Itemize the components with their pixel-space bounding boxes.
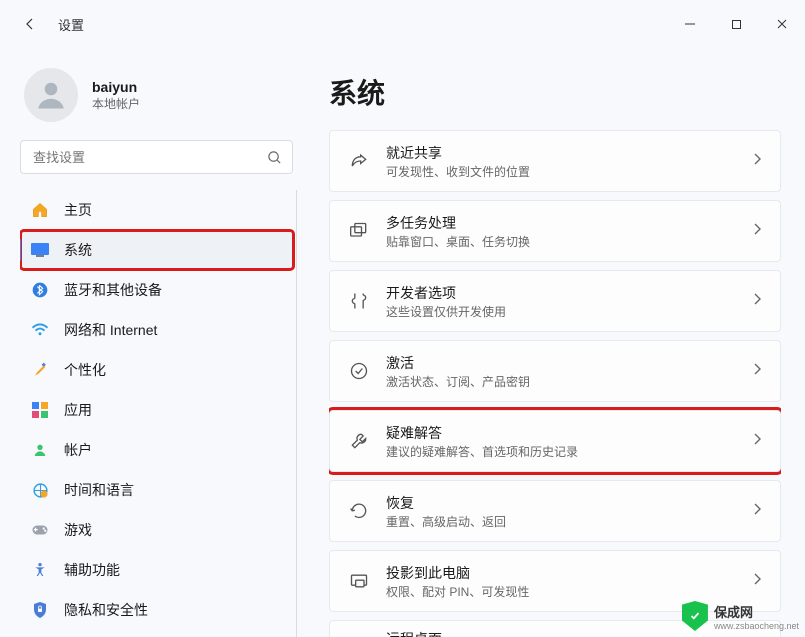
window-title: 设置 bbox=[58, 15, 84, 34]
content: 系统 就近共享 可发现性、收到文件的位置 多任务处理 贴靠窗口、桌面、任务切换 bbox=[305, 48, 805, 637]
arrow-left-icon bbox=[22, 16, 38, 32]
card-sub: 激活状态、订阅、产品密钥 bbox=[386, 373, 530, 390]
user-icon bbox=[30, 442, 50, 458]
brush-icon bbox=[30, 361, 50, 379]
search-input[interactable] bbox=[31, 149, 267, 166]
nav-label: 个性化 bbox=[64, 360, 106, 380]
card-developer-options[interactable]: 开发者选项 这些设置仅供开发使用 bbox=[329, 270, 781, 332]
card-title: 激活 bbox=[386, 353, 530, 373]
card-multitasking[interactable]: 多任务处理 贴靠窗口、桌面、任务切换 bbox=[329, 200, 781, 262]
settings-cards: 就近共享 可发现性、收到文件的位置 多任务处理 贴靠窗口、桌面、任务切换 开发者… bbox=[329, 130, 781, 637]
wrench-icon bbox=[348, 431, 370, 451]
nav-label: 隐私和安全性 bbox=[64, 600, 148, 620]
share-icon bbox=[348, 151, 370, 171]
minimize-button[interactable] bbox=[667, 4, 713, 44]
nav-label: 帐户 bbox=[64, 440, 92, 460]
card-title: 投影到此电脑 bbox=[386, 563, 529, 583]
card-title: 疑难解答 bbox=[386, 423, 578, 443]
close-button[interactable] bbox=[759, 4, 805, 44]
gamepad-icon bbox=[30, 523, 50, 537]
chevron-right-icon bbox=[752, 222, 762, 241]
nav-bluetooth[interactable]: 蓝牙和其他设备 bbox=[20, 270, 294, 310]
card-sub: 权限、配对 PIN、可发现性 bbox=[386, 583, 529, 600]
wifi-icon bbox=[30, 323, 50, 337]
window-controls bbox=[667, 4, 805, 44]
chevron-right-icon bbox=[752, 152, 762, 171]
tools-icon bbox=[348, 291, 370, 311]
nav-time-language[interactable]: 时间和语言 bbox=[20, 470, 294, 510]
search-input-wrapper[interactable] bbox=[20, 140, 293, 174]
nav: 主页 系统 蓝牙和其他设备 网络和 Internet 个性化 应用 bbox=[20, 190, 297, 637]
nav-label: 蓝牙和其他设备 bbox=[64, 280, 162, 300]
nav-gaming[interactable]: 游戏 bbox=[20, 510, 294, 550]
nav-label: 系统 bbox=[64, 240, 92, 260]
maximize-icon bbox=[731, 19, 742, 30]
check-circle-icon bbox=[348, 361, 370, 381]
nav-label: 时间和语言 bbox=[64, 480, 134, 500]
account-name: baiyun bbox=[92, 79, 140, 95]
search-icon bbox=[267, 150, 282, 165]
close-icon bbox=[776, 18, 788, 30]
account-block[interactable]: baiyun 本地帐户 bbox=[20, 60, 297, 140]
watermark-url: www.zsbaocheng.net bbox=[714, 621, 799, 631]
multitask-icon bbox=[348, 222, 370, 240]
card-title: 恢复 bbox=[386, 493, 506, 513]
card-title: 就近共享 bbox=[386, 143, 530, 163]
card-recovery[interactable]: 恢复 重置、高级启动、返回 bbox=[329, 480, 781, 542]
minimize-icon bbox=[684, 18, 696, 30]
chevron-right-icon bbox=[752, 362, 762, 381]
card-sub: 贴靠窗口、桌面、任务切换 bbox=[386, 233, 530, 250]
chevron-right-icon bbox=[752, 572, 762, 591]
nav-privacy[interactable]: 隐私和安全性 bbox=[20, 590, 294, 630]
card-nearby-sharing[interactable]: 就近共享 可发现性、收到文件的位置 bbox=[329, 130, 781, 192]
nav-accounts[interactable]: 帐户 bbox=[20, 430, 294, 470]
card-troubleshoot[interactable]: 疑难解答 建议的疑难解答、首选项和历史记录 bbox=[329, 410, 781, 472]
shield-icon bbox=[682, 601, 708, 631]
back-button[interactable] bbox=[12, 6, 48, 42]
nav-label: 主页 bbox=[64, 200, 92, 220]
bluetooth-icon bbox=[30, 282, 50, 298]
nav-label: 辅助功能 bbox=[64, 560, 120, 580]
chevron-right-icon bbox=[752, 432, 762, 451]
globe-clock-icon bbox=[30, 482, 50, 499]
card-sub: 可发现性、收到文件的位置 bbox=[386, 163, 530, 180]
chevron-right-icon bbox=[752, 292, 762, 311]
nav-accessibility[interactable]: 辅助功能 bbox=[20, 550, 294, 590]
card-sub: 这些设置仅供开发使用 bbox=[386, 303, 506, 320]
nav-apps[interactable]: 应用 bbox=[20, 390, 294, 430]
sidebar: baiyun 本地帐户 主页 系统 蓝牙和其他设备 bbox=[0, 48, 305, 637]
nav-label: 网络和 Internet bbox=[64, 320, 157, 340]
watermark: 保成网 www.zsbaocheng.net bbox=[682, 601, 799, 631]
apps-icon bbox=[30, 402, 50, 418]
avatar bbox=[24, 68, 78, 122]
nav-personalization[interactable]: 个性化 bbox=[20, 350, 294, 390]
page-title: 系统 bbox=[329, 72, 781, 112]
card-sub: 重置、高级启动、返回 bbox=[386, 513, 506, 530]
chevron-right-icon bbox=[752, 502, 762, 521]
titlebar: 设置 bbox=[0, 0, 805, 48]
card-sub: 建议的疑难解答、首选项和历史记录 bbox=[386, 443, 578, 460]
account-sub: 本地帐户 bbox=[92, 95, 140, 112]
nav-home[interactable]: 主页 bbox=[20, 190, 294, 230]
project-icon bbox=[348, 572, 370, 590]
account-text: baiyun 本地帐户 bbox=[92, 79, 140, 112]
card-activation[interactable]: 激活 激活状态、订阅、产品密钥 bbox=[329, 340, 781, 402]
system-icon bbox=[30, 243, 50, 257]
home-icon bbox=[30, 201, 50, 219]
maximize-button[interactable] bbox=[713, 4, 759, 44]
card-title: 远程桌面 bbox=[386, 629, 442, 637]
card-title: 开发者选项 bbox=[386, 283, 506, 303]
nav-label: 游戏 bbox=[64, 520, 92, 540]
recovery-icon bbox=[348, 502, 370, 520]
accessibility-icon bbox=[30, 562, 50, 578]
shield-lock-icon bbox=[30, 601, 50, 619]
watermark-name: 保成网 bbox=[714, 605, 753, 620]
nav-system[interactable]: 系统 bbox=[20, 230, 294, 270]
nav-network[interactable]: 网络和 Internet bbox=[20, 310, 294, 350]
person-icon bbox=[33, 77, 69, 113]
card-title: 多任务处理 bbox=[386, 213, 530, 233]
nav-label: 应用 bbox=[64, 400, 92, 420]
